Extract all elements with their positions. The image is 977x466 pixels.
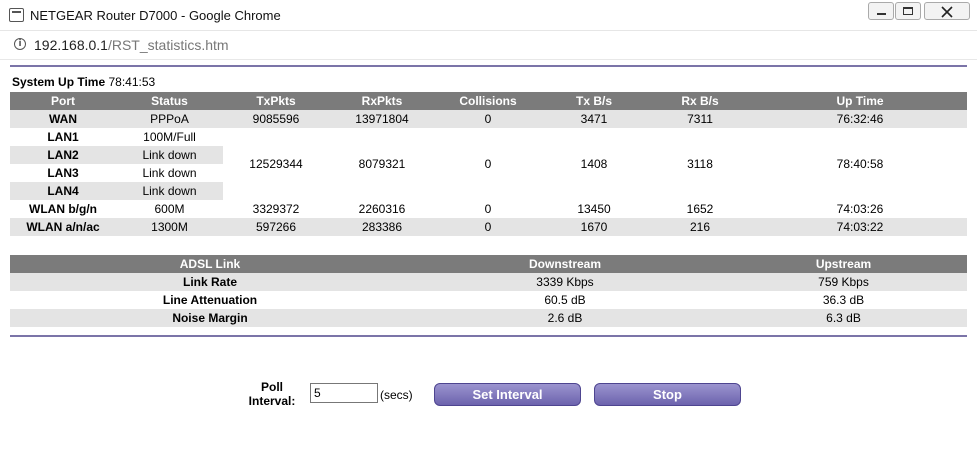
tx-packets: 12529344 bbox=[249, 157, 303, 171]
col-header-rxbs: Rx B/s bbox=[647, 92, 753, 110]
poll-label-line1: Poll bbox=[260, 380, 283, 394]
rx-packets: 13971804 bbox=[329, 110, 435, 128]
url[interactable]: 192.168.0.1/RST_statistics.htm bbox=[34, 37, 229, 53]
port-status: Link down bbox=[116, 146, 223, 164]
adsl-row-link-rate: Link Rate 3339 Kbps 759 Kbps bbox=[10, 273, 967, 291]
port-name: WLAN b/g/n bbox=[29, 202, 97, 216]
adsl-row-noise-margin: Noise Margin 2.6 dB 6.3 dB bbox=[10, 309, 967, 327]
port-uptime: 74:03:26 bbox=[836, 202, 884, 216]
port-name: LAN1 bbox=[47, 130, 79, 144]
uptime-value: 78:41:53 bbox=[108, 75, 156, 89]
address-bar[interactable]: i 192.168.0.1/RST_statistics.htm bbox=[0, 31, 977, 60]
url-host: 192.168.0.1 bbox=[34, 37, 108, 53]
url-path: /RST_statistics.htm bbox=[107, 37, 229, 53]
port-uptime: 78:40:58 bbox=[836, 157, 884, 171]
col-header-collisions: Collisions bbox=[435, 92, 541, 110]
tx-packets: 3329372 bbox=[252, 202, 300, 216]
system-uptime: System Up Time 78:41:53 bbox=[12, 75, 155, 89]
downstream-value: 2.6 dB bbox=[410, 309, 720, 327]
adsl-header-row: ADSL Link Downstream Upstream bbox=[10, 255, 967, 273]
port-status: 100M/Full bbox=[143, 130, 196, 144]
bottom-divider bbox=[10, 335, 967, 337]
col-header-adsl-link: ADSL Link bbox=[10, 255, 410, 273]
rx-packets: 8079321 bbox=[358, 157, 406, 171]
stop-button[interactable]: Stop bbox=[594, 383, 741, 406]
port-status: 1300M bbox=[116, 218, 223, 236]
window-titlebar: NETGEAR Router D7000 - Google Chrome bbox=[0, 0, 977, 31]
port-name: WLAN a/n/ac bbox=[10, 218, 116, 236]
upstream-value: 36.3 dB bbox=[822, 293, 865, 307]
port-name: LAN4 bbox=[10, 182, 116, 200]
upstream-value: 759 Kbps bbox=[720, 273, 967, 291]
poll-interval-input[interactable] bbox=[310, 383, 378, 403]
col-header-txpkts: TxPkts bbox=[223, 92, 329, 110]
port-status: Link down bbox=[116, 182, 223, 200]
rx-bytes-per-sec: 1652 bbox=[686, 202, 714, 216]
collisions: 0 bbox=[484, 157, 492, 171]
tx-bytes-per-sec: 1670 bbox=[541, 218, 647, 236]
poll-interval-label: Poll Interval: bbox=[232, 380, 312, 408]
col-header-uptime: Up Time bbox=[753, 92, 967, 110]
table-row-lan1: LAN1 100M/Full 12529344 8079321 0 1408 3… bbox=[10, 128, 967, 171]
port-status: Link down bbox=[142, 166, 197, 180]
rx-bytes-per-sec: 7311 bbox=[647, 110, 753, 128]
minimize-button[interactable] bbox=[868, 2, 894, 20]
tx-packets: 9085596 bbox=[223, 110, 329, 128]
collisions: 0 bbox=[435, 110, 541, 128]
info-icon[interactable]: i bbox=[14, 38, 26, 50]
col-header-downstream: Downstream bbox=[410, 255, 720, 273]
col-header-txbs: Tx B/s bbox=[541, 92, 647, 110]
upstream-value: 6.3 dB bbox=[720, 309, 967, 327]
port-uptime: 74:03:22 bbox=[753, 218, 967, 236]
tx-bytes-per-sec: 3471 bbox=[541, 110, 647, 128]
rx-bytes-per-sec: 216 bbox=[647, 218, 753, 236]
port-name: LAN2 bbox=[10, 146, 116, 164]
table-row-wlan-bgn: WLAN b/g/n 600M 3329372 2260316 0 13450 … bbox=[10, 200, 967, 218]
col-header-port: Port bbox=[10, 92, 116, 110]
tx-bytes-per-sec: 1408 bbox=[580, 157, 608, 171]
tx-bytes-per-sec: 13450 bbox=[577, 202, 611, 216]
table-row-wlan-ac: WLAN a/n/ac 1300M 597266 283386 0 1670 2… bbox=[10, 218, 967, 236]
port-name: LAN3 bbox=[47, 166, 79, 180]
rx-bytes-per-sec: 3118 bbox=[687, 157, 713, 171]
top-divider bbox=[10, 65, 967, 67]
rx-packets: 283386 bbox=[329, 218, 435, 236]
uptime-label: System Up Time bbox=[12, 75, 106, 89]
tx-packets: 597266 bbox=[223, 218, 329, 236]
collisions: 0 bbox=[435, 218, 541, 236]
adsl-row-label: Line Attenuation bbox=[162, 293, 258, 307]
adsl-table: ADSL Link Downstream Upstream Link Rate … bbox=[10, 255, 967, 327]
poll-interval-unit: (secs) bbox=[380, 388, 413, 402]
port-status: PPPoA bbox=[116, 110, 223, 128]
maximize-button[interactable] bbox=[895, 2, 921, 20]
table-row-wan: WAN PPPoA 9085596 13971804 0 3471 7311 7… bbox=[10, 110, 967, 128]
downstream-value: 60.5 dB bbox=[544, 293, 586, 307]
downstream-value: 3339 Kbps bbox=[410, 273, 720, 291]
rx-packets: 2260316 bbox=[358, 202, 406, 216]
port-status: 600M bbox=[154, 202, 185, 216]
window-title: NETGEAR Router D7000 - Google Chrome bbox=[30, 8, 281, 23]
set-interval-button[interactable]: Set Interval bbox=[434, 383, 581, 406]
col-header-status: Status bbox=[116, 92, 223, 110]
adsl-row-label: Noise Margin bbox=[10, 309, 410, 327]
port-stats-table: Port Status TxPkts RxPkts Collisions Tx … bbox=[10, 92, 967, 236]
adsl-row-label: Link Rate bbox=[10, 273, 410, 291]
collisions: 0 bbox=[484, 202, 492, 216]
close-icon bbox=[941, 6, 953, 18]
port-uptime: 76:32:46 bbox=[753, 110, 967, 128]
close-button[interactable] bbox=[924, 2, 970, 20]
col-header-rxpkts: RxPkts bbox=[329, 92, 435, 110]
page-content: System Up Time 78:41:53 Port Status TxPk… bbox=[0, 60, 977, 466]
poll-label-line2: Interval: bbox=[248, 394, 296, 408]
window-icon bbox=[9, 8, 24, 22]
table-header-row: Port Status TxPkts RxPkts Collisions Tx … bbox=[10, 92, 967, 110]
port-name: WAN bbox=[10, 110, 116, 128]
col-header-upstream: Upstream bbox=[720, 255, 967, 273]
adsl-row-line-attenuation: Line Attenuation 60.5 dB 36.3 dB bbox=[10, 291, 967, 309]
